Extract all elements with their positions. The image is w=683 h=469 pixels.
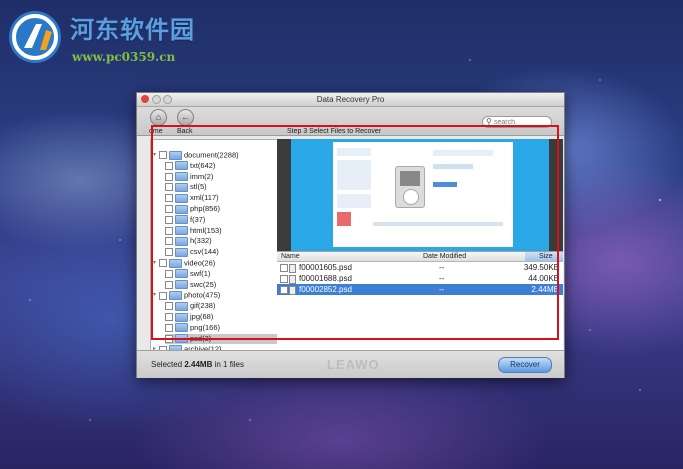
watermark-url: www.pc0359.cn [72, 50, 176, 64]
watermark-title: 河东软件园 [70, 15, 195, 44]
recover-button[interactable]: Recover [498, 357, 552, 373]
home-button[interactable]: ⌂ [150, 109, 167, 126]
status-bar: Selected 2.44MB in 1 files LEAWO Recover [137, 350, 564, 378]
window-title: Data Recovery Pro [316, 95, 385, 104]
highlight-box [151, 125, 559, 340]
back-arrow-icon: ← [181, 112, 190, 122]
home-icon: ⌂ [155, 112, 162, 122]
title-bar: Data Recovery Pro [137, 93, 564, 107]
watermark: 河东软件园 www.pc0359.cn [6, 8, 256, 70]
selection-summary: Selected 2.44MB in 1 files [151, 360, 244, 369]
brand-logo: LEAWO [327, 357, 380, 372]
selected-size: 2.44MB [184, 360, 213, 369]
back-button[interactable]: ← [177, 109, 194, 126]
watermark-logo-icon [9, 11, 61, 63]
